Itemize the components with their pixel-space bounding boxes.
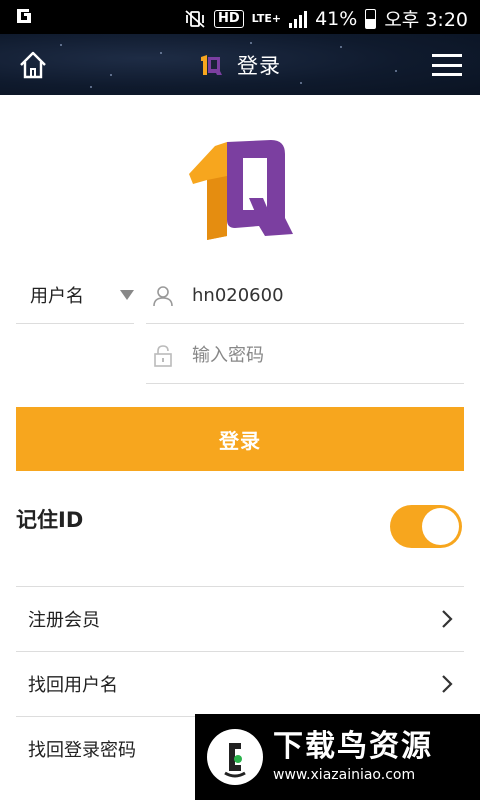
dropdown-caret-icon bbox=[120, 289, 134, 300]
network-type: LTE+ bbox=[251, 11, 282, 25]
password-input[interactable] bbox=[192, 338, 452, 372]
signal-icon bbox=[289, 10, 308, 28]
app-logo bbox=[189, 140, 293, 240]
app-logo-small bbox=[201, 54, 222, 75]
user-icon bbox=[153, 286, 173, 307]
password-field bbox=[146, 326, 464, 384]
vibrate-mute-icon bbox=[185, 9, 205, 28]
id-type-label: 用户名 bbox=[30, 285, 84, 307]
watermark-title: 下载鸟资源 bbox=[273, 729, 433, 764]
find-password-label: 找回登录密码 bbox=[28, 740, 136, 761]
watermark-url: www.xiazainiao.com bbox=[273, 767, 416, 783]
remember-id-label: 记住ID bbox=[16, 508, 84, 532]
watermark-logo-icon bbox=[207, 729, 263, 785]
clock: 오후 3:20 bbox=[384, 9, 468, 31]
username-input[interactable] bbox=[192, 278, 452, 312]
menu-icon[interactable] bbox=[432, 54, 462, 76]
toggle-knob bbox=[422, 508, 459, 545]
battery-icon bbox=[365, 8, 377, 29]
register-link[interactable]: 注册会员 bbox=[16, 587, 464, 651]
battery-percent: 41% bbox=[315, 7, 358, 30]
register-label: 注册会员 bbox=[28, 610, 100, 631]
hd-voice-badge: HD bbox=[213, 9, 244, 28]
lock-icon bbox=[154, 345, 172, 367]
id-type-select[interactable]: 用户名 bbox=[16, 266, 134, 324]
app-notification-icon bbox=[17, 9, 31, 23]
status-bar: HD LTE+ 41% 오후 3:20 bbox=[0, 0, 480, 34]
username-field bbox=[146, 266, 464, 324]
app-header: 登录 bbox=[0, 34, 480, 95]
chevron-right-icon bbox=[442, 675, 453, 693]
login-button[interactable]: 登录 bbox=[16, 407, 464, 471]
page-title: 登录 bbox=[237, 53, 281, 78]
remember-id-toggle[interactable] bbox=[390, 505, 462, 548]
watermark-banner: 下载鸟资源 www.xiazainiao.com bbox=[195, 714, 480, 800]
chevron-right-icon bbox=[442, 610, 453, 628]
find-username-label: 找回用户名 bbox=[28, 675, 118, 696]
find-username-link[interactable]: 找回用户名 bbox=[16, 652, 464, 716]
